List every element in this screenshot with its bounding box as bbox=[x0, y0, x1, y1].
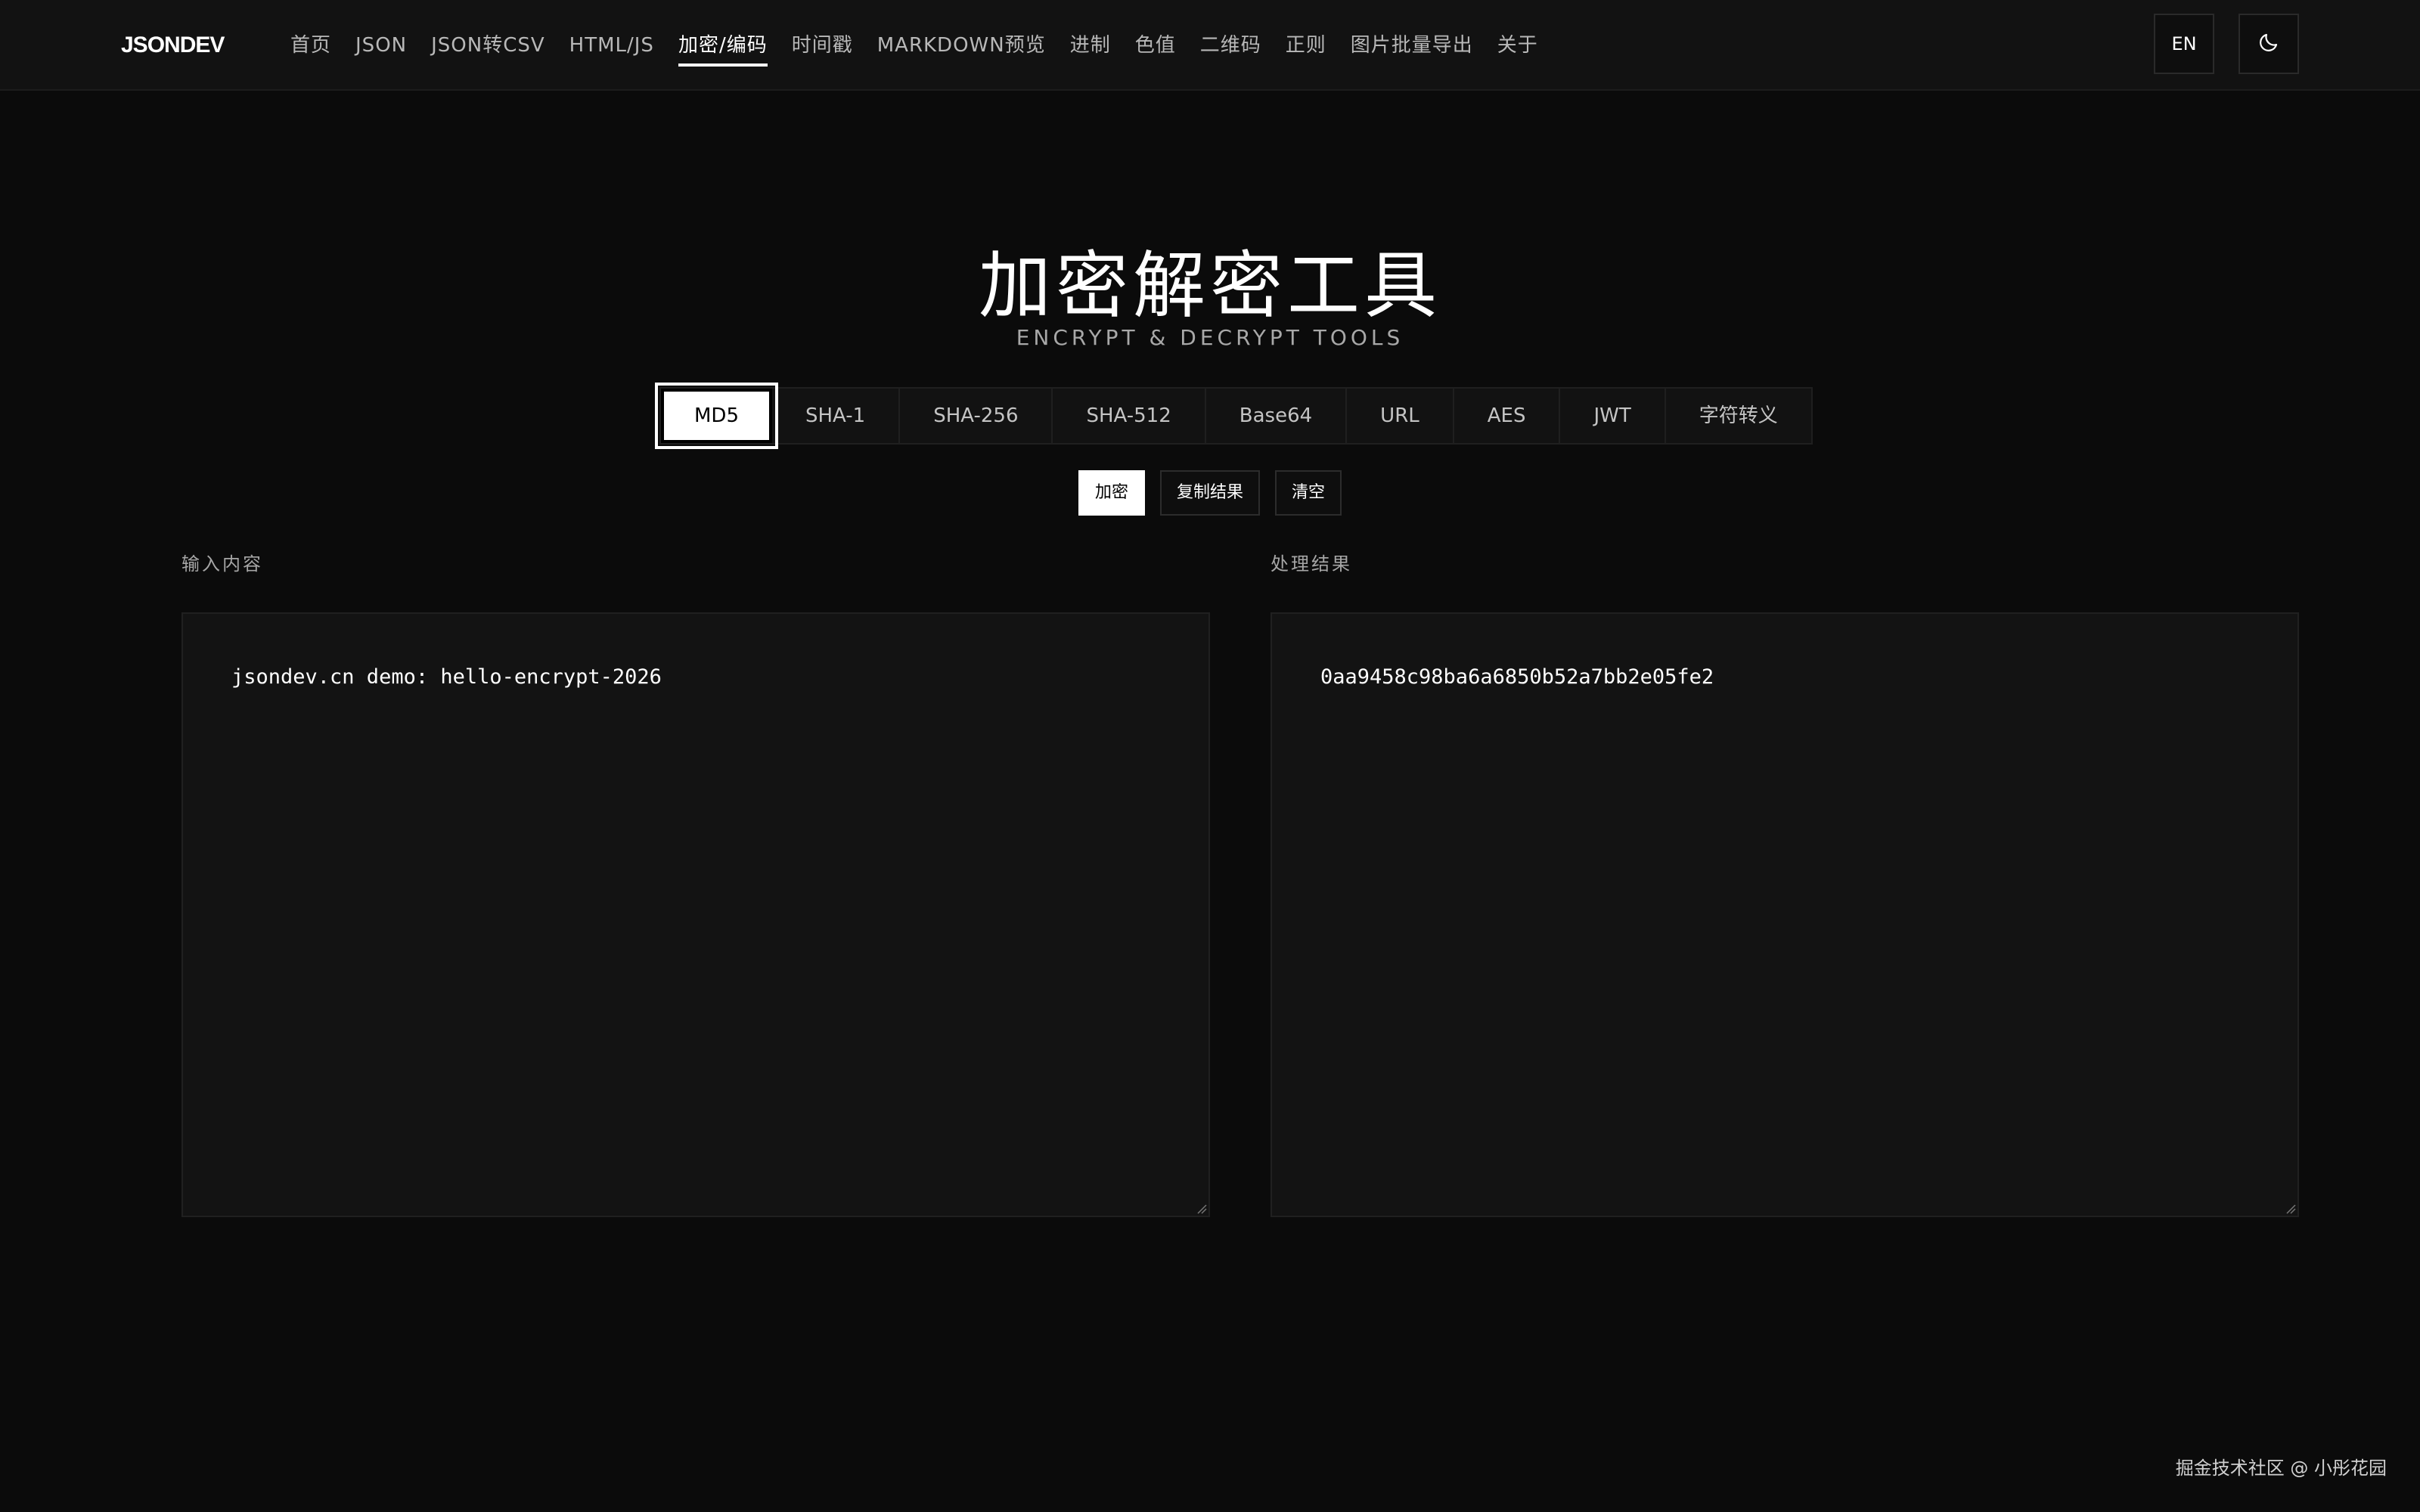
tab-url[interactable]: URL bbox=[1347, 389, 1454, 443]
nav-item-json-to-csv[interactable]: JSON转CSV bbox=[431, 30, 545, 67]
resize-grip-icon[interactable] bbox=[2285, 1204, 2296, 1214]
page-title: 加密解密工具 bbox=[979, 243, 1441, 328]
nav-item-radix[interactable]: 进制 bbox=[1070, 30, 1111, 67]
nav-item-qrcode[interactable]: 二维码 bbox=[1200, 30, 1261, 67]
tab-sha1[interactable]: SHA-1 bbox=[772, 389, 901, 443]
page-subtitle: ENCRYPT & DECRYPT TOOLS bbox=[1016, 325, 1404, 350]
main-nav: 首页 JSON JSON转CSV HTML/JS 加密/编码 时间戳 MARKD… bbox=[290, 30, 1562, 67]
input-label: 输入内容 bbox=[182, 553, 263, 575]
nav-item-timestamp[interactable]: 时间戳 bbox=[792, 30, 853, 67]
action-bar: 加密 复制结果 清空 bbox=[0, 470, 2420, 516]
nav-item-json[interactable]: JSON bbox=[355, 30, 407, 67]
theme-toggle-button[interactable] bbox=[2238, 14, 2299, 74]
output-textarea[interactable]: 0aa9458c98ba6a6850b52a7bb2e05fe2 bbox=[1270, 612, 2299, 1217]
clear-button[interactable]: 清空 bbox=[1275, 470, 1342, 516]
tab-md5[interactable]: MD5 bbox=[655, 383, 778, 449]
nav-item-regex[interactable]: 正则 bbox=[1286, 30, 1326, 67]
moon-icon bbox=[2257, 31, 2280, 57]
output-label: 处理结果 bbox=[1270, 553, 1352, 575]
nav-item-html-js[interactable]: HTML/JS bbox=[569, 30, 654, 67]
nav-item-image-export[interactable]: 图片批量导出 bbox=[1351, 30, 1473, 67]
language-toggle-button[interactable]: EN bbox=[2154, 14, 2214, 74]
nav-item-color[interactable]: 色值 bbox=[1135, 30, 1176, 67]
top-navbar: JSONDEV 首页 JSON JSON转CSV HTML/JS 加密/编码 时… bbox=[0, 0, 2420, 91]
nav-item-markdown-preview[interactable]: MARKDOWN预览 bbox=[877, 30, 1046, 67]
tab-sha512[interactable]: SHA-512 bbox=[1053, 389, 1206, 443]
input-text: jsondev.cn demo: hello-encrypt-2026 bbox=[231, 665, 662, 689]
nav-item-encrypt-encode[interactable]: 加密/编码 bbox=[678, 30, 768, 67]
tab-char-escape[interactable]: 字符转义 bbox=[1666, 389, 1811, 443]
tab-jwt[interactable]: JWT bbox=[1560, 389, 1666, 443]
tab-aes[interactable]: AES bbox=[1454, 389, 1561, 443]
footer-credit: 掘金技术社区 @ 小彤花园 bbox=[2175, 1458, 2387, 1479]
copy-result-button[interactable]: 复制结果 bbox=[1159, 470, 1260, 516]
site-logo[interactable]: JSONDEV bbox=[121, 30, 225, 60]
nav-item-home[interactable]: 首页 bbox=[290, 30, 331, 67]
tab-base64[interactable]: Base64 bbox=[1206, 389, 1348, 443]
output-text: 0aa9458c98ba6a6850b52a7bb2e05fe2 bbox=[1320, 665, 1714, 689]
algorithm-tabs: MD5 SHA-1 SHA-256 SHA-512 Base64 URL AES… bbox=[655, 383, 1813, 449]
encrypt-button[interactable]: 加密 bbox=[1078, 470, 1145, 516]
tab-sha256[interactable]: SHA-256 bbox=[900, 389, 1053, 443]
input-textarea[interactable]: jsondev.cn demo: hello-encrypt-2026 bbox=[182, 612, 1210, 1217]
nav-item-about[interactable]: 关于 bbox=[1497, 30, 1538, 67]
resize-grip-icon[interactable] bbox=[1196, 1204, 1207, 1214]
